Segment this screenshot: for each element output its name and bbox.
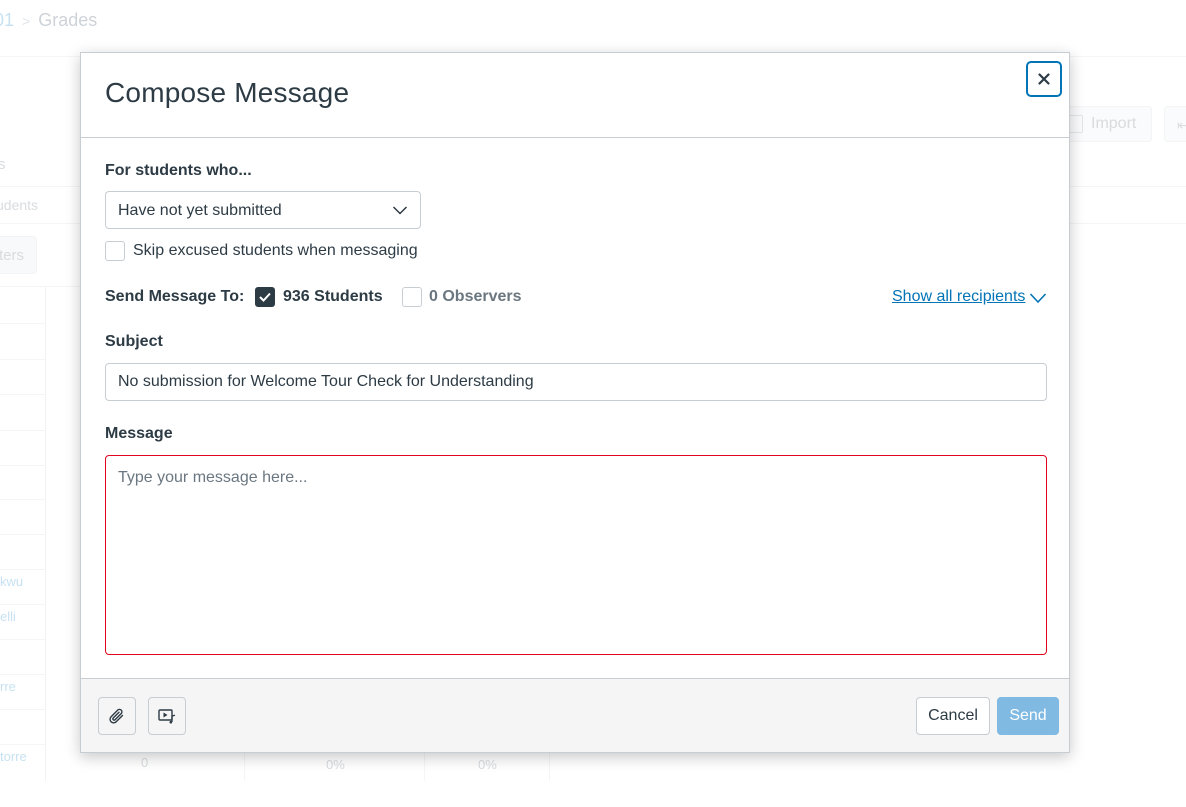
students-count-label[interactable]: 936 Students (283, 288, 383, 306)
close-icon (1038, 73, 1050, 85)
criteria-label: For students who... (105, 162, 252, 179)
observers-count-label[interactable]: 0 Observers (429, 288, 522, 306)
modal-footer: Cancel Send (81, 678, 1069, 752)
skip-excused-label[interactable]: Skip excused students when messaging (133, 242, 418, 260)
message-textarea[interactable] (105, 455, 1047, 655)
modal-header: Compose Message (81, 53, 1069, 138)
chevron-down-icon (392, 206, 408, 215)
cancel-button[interactable]: Cancel (916, 697, 990, 735)
close-button[interactable] (1026, 61, 1062, 97)
attach-file-button[interactable] (98, 697, 136, 735)
modal-title: Compose Message (105, 77, 350, 108)
observers-checkbox[interactable] (402, 287, 422, 307)
criteria-select[interactable]: Have not yet submitted (105, 191, 421, 229)
checkmark-icon (259, 292, 271, 302)
chevron-down-icon[interactable] (1029, 292, 1047, 304)
paperclip-icon (109, 708, 124, 724)
show-all-recipients-link[interactable]: Show all recipients (892, 288, 1025, 306)
subject-label: Subject (105, 333, 163, 350)
message-label: Message (105, 425, 173, 442)
criteria-selected-value: Have not yet submitted (118, 202, 282, 219)
media-upload-button[interactable] (148, 697, 186, 735)
send-to-label: Send Message To: (105, 288, 245, 305)
skip-excused-checkbox[interactable] (105, 241, 125, 261)
subject-input[interactable] (105, 363, 1047, 401)
media-upload-icon (158, 709, 176, 724)
compose-message-dialog: Compose Message For students who... Have… (80, 52, 1070, 753)
send-button[interactable]: Send (997, 697, 1059, 735)
students-checkbox[interactable] (255, 287, 275, 307)
